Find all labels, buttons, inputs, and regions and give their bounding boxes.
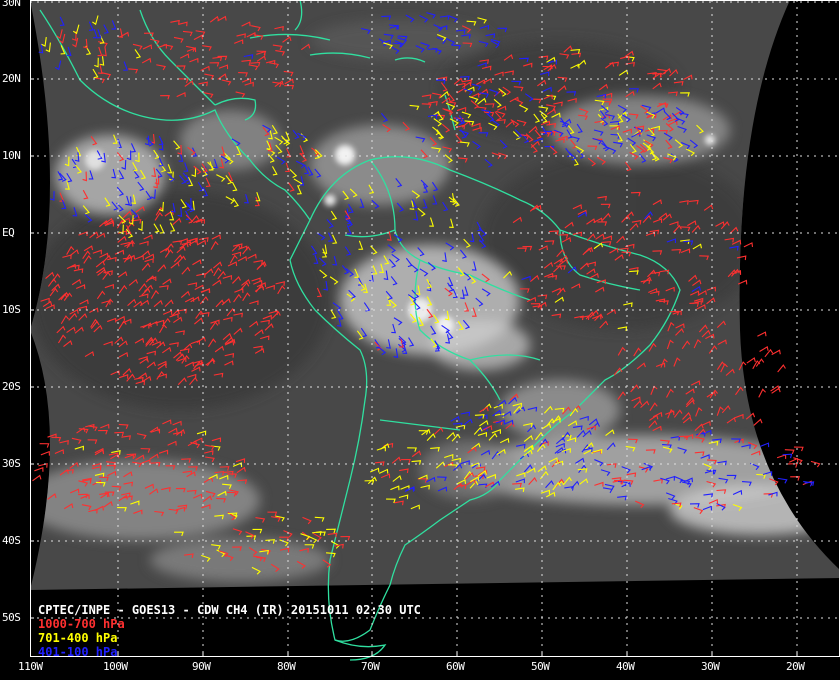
lat-label-20n: 20N bbox=[2, 72, 21, 85]
lat-label-40s: 40S bbox=[2, 534, 21, 547]
lon-label-60w: 60W bbox=[446, 660, 465, 673]
wind-barb bbox=[34, 466, 44, 472]
map-title: CPTEC/INPE - GOES13 - CDW CH4 (IR) 20151… bbox=[38, 603, 421, 617]
legend-high-level: 401-100 hPa bbox=[38, 645, 118, 659]
lat-label-30s: 30S bbox=[2, 457, 21, 470]
satellite-image-layer bbox=[30, 0, 840, 661]
lon-label-110w: 110W bbox=[18, 660, 43, 673]
wind-barb bbox=[788, 457, 799, 463]
satellite-map: 30N 20N 10N EQ 10S 20S 30S 40S 50S 110W … bbox=[0, 0, 840, 680]
wind-barb bbox=[759, 346, 769, 352]
lon-label-40w: 40W bbox=[616, 660, 635, 673]
lon-label-90w: 90W bbox=[192, 660, 211, 673]
wind-barb bbox=[790, 476, 800, 481]
wind-barb bbox=[787, 463, 798, 468]
map-caption: CPTEC/INPE - GOES13 - CDW CH4 (IR) 20151… bbox=[38, 603, 421, 659]
lat-label-10n: 10N bbox=[2, 149, 21, 162]
wind-barb bbox=[777, 477, 788, 484]
wind-barb bbox=[39, 443, 50, 448]
lon-label-100w: 100W bbox=[103, 660, 128, 673]
wind-barb bbox=[777, 364, 786, 373]
lon-label-30w: 30W bbox=[701, 660, 720, 673]
wind-barb bbox=[764, 348, 774, 358]
ir-image bbox=[30, 0, 840, 590]
wind-barb bbox=[755, 358, 765, 367]
wind-barb bbox=[759, 442, 770, 448]
wind-barb bbox=[758, 388, 766, 398]
lon-label-20w: 20W bbox=[786, 660, 805, 673]
wind-barb bbox=[743, 242, 754, 248]
wind-barb bbox=[782, 453, 793, 459]
wind-barb bbox=[753, 418, 763, 426]
wind-barb bbox=[784, 449, 795, 455]
lat-label-10s: 10S bbox=[2, 303, 21, 316]
wind-barb bbox=[757, 331, 767, 337]
legend-low-level: 1000-700 hPa bbox=[38, 617, 125, 631]
lat-label-30n: 30N bbox=[2, 0, 21, 9]
wind-barb bbox=[771, 349, 781, 356]
wind-barb bbox=[776, 454, 787, 459]
wind-barb bbox=[40, 450, 50, 456]
lon-label-70w: 70W bbox=[361, 660, 380, 673]
wind-barb bbox=[793, 446, 804, 452]
legend-mid-level: 701-400 hPa bbox=[38, 631, 118, 645]
lat-label-eq: EQ bbox=[2, 226, 15, 239]
wind-barb bbox=[32, 474, 42, 482]
lat-label-20s: 20S bbox=[2, 380, 21, 393]
lon-label-50w: 50W bbox=[531, 660, 550, 673]
wind-barb bbox=[746, 357, 756, 364]
lon-label-80w: 80W bbox=[277, 660, 296, 673]
lat-label-50s: 50S bbox=[2, 611, 21, 624]
